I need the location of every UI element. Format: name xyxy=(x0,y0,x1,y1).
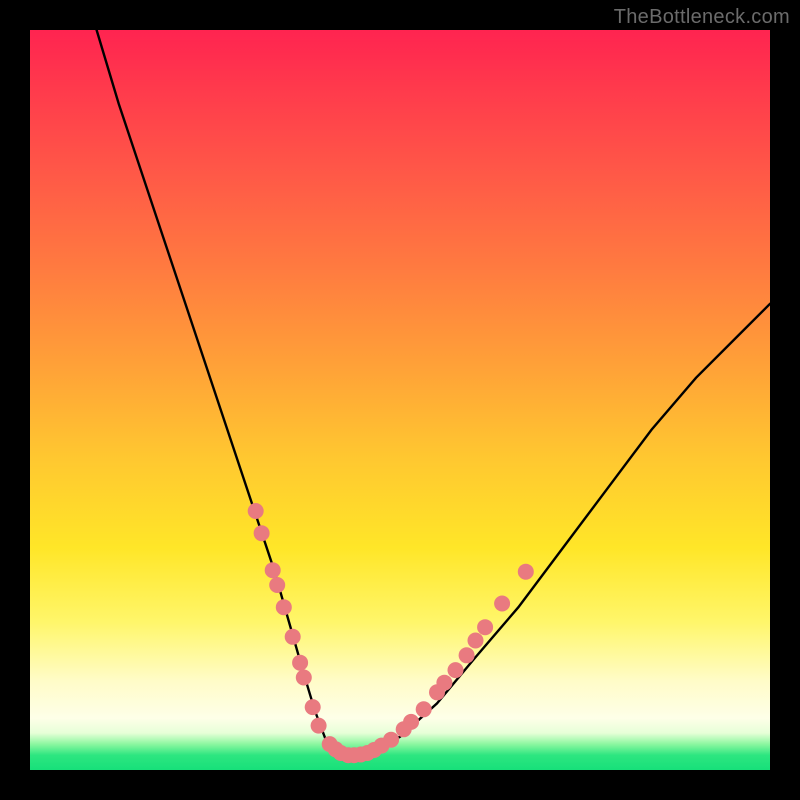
highlight-dots-group xyxy=(248,503,534,763)
highlight-dot xyxy=(416,701,432,717)
bottleneck-curve xyxy=(97,30,770,755)
highlight-dot xyxy=(383,732,399,748)
highlight-dot xyxy=(254,525,270,541)
highlight-dot xyxy=(248,503,264,519)
plot-area xyxy=(30,30,770,770)
highlight-dot xyxy=(459,647,475,663)
highlight-dot xyxy=(292,655,308,671)
highlight-dot xyxy=(305,699,321,715)
highlight-dot xyxy=(477,619,493,635)
highlight-dot xyxy=(265,562,281,578)
highlight-dot xyxy=(311,718,327,734)
highlight-dot xyxy=(403,714,419,730)
chart-svg xyxy=(30,30,770,770)
highlight-dot xyxy=(269,577,285,593)
highlight-dot xyxy=(436,675,452,691)
highlight-dot xyxy=(468,633,484,649)
highlight-dot xyxy=(285,629,301,645)
highlight-dot xyxy=(276,599,292,615)
chart-frame: TheBottleneck.com xyxy=(0,0,800,800)
highlight-dot xyxy=(494,596,510,612)
watermark-text: TheBottleneck.com xyxy=(614,6,790,29)
highlight-dot xyxy=(518,564,534,580)
highlight-dot xyxy=(296,670,312,686)
highlight-dot xyxy=(448,662,464,678)
